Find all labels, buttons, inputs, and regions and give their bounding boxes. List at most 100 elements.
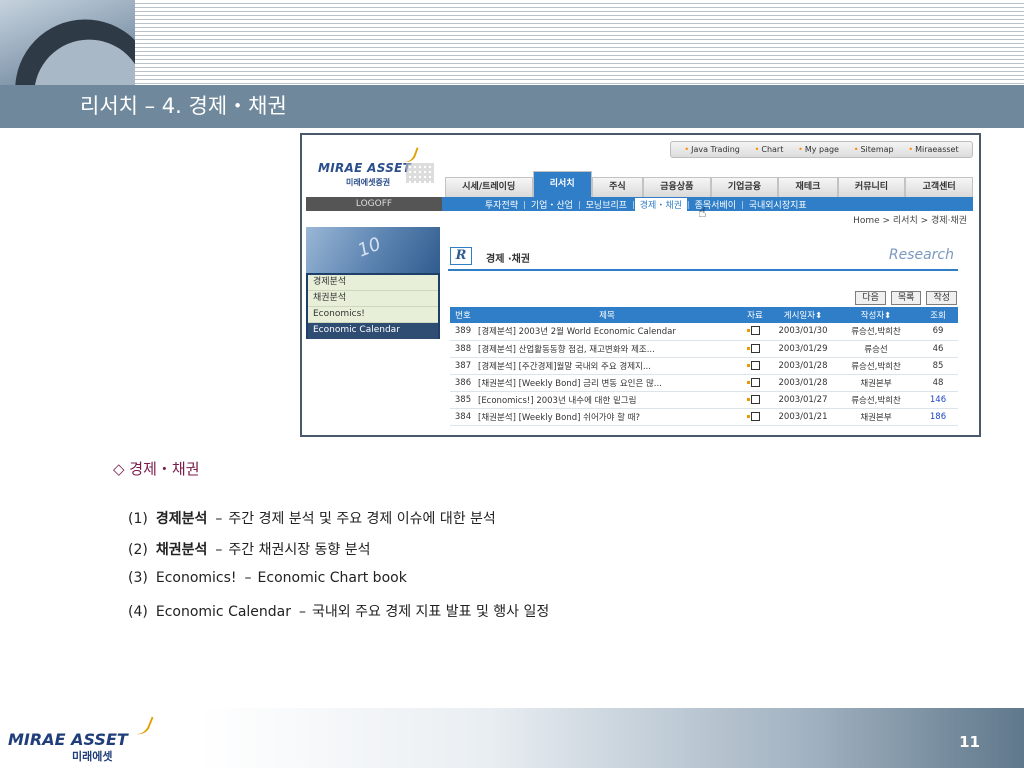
board-buttons: 다음 목록 작성 xyxy=(855,291,957,305)
table-row[interactable]: 386 [채권분석] [Weekly Bond] 금리 변동 요인은 많... 20… xyxy=(450,374,958,392)
content-title-bar: R 경제 ·채권 Research xyxy=(448,247,958,271)
research-label: Research xyxy=(888,247,954,263)
side-menu-bond-analysis[interactable]: 채권분석 xyxy=(308,291,438,307)
write-button[interactable]: 작성 xyxy=(926,291,957,305)
page-number: 11 xyxy=(959,733,980,751)
top-links-bar: • Java Trading • Chart • My page • Sitemap •… xyxy=(670,141,973,158)
row-title[interactable]: [채권분석] [Weekly Bond] 쉬어가야 할 때? xyxy=(476,408,738,426)
row-title[interactable]: [경제분석] [주간경제]월말 국내외 주요 경제지... xyxy=(476,357,738,375)
sub-nav-market-indicators[interactable]: 국내외시장지표 xyxy=(744,198,812,211)
row-views: 85 xyxy=(918,357,958,375)
top-link-miraeasset[interactable]: • Miraeasset xyxy=(908,145,958,154)
sub-nav-strategy[interactable]: 투자전략 xyxy=(480,198,523,211)
sub-nav-economy-bonds[interactable]: 경제・채권 xyxy=(634,197,687,211)
col-file: 자료 xyxy=(738,307,772,323)
top-link-sitemap[interactable]: • Sitemap xyxy=(854,145,894,154)
row-author: 류승선 xyxy=(834,340,918,358)
sub-nav-morning-brief[interactable]: 모닝브리프 xyxy=(581,198,632,211)
row-author: 채권본부 xyxy=(834,374,918,392)
main-nav-research[interactable]: 리서치 xyxy=(532,171,592,197)
row-number: 387 xyxy=(450,357,476,375)
row-author: 류승선,박희찬 xyxy=(834,391,918,409)
top-link-java-trading[interactable]: • Java Trading xyxy=(684,145,740,154)
row-views: 186 xyxy=(918,408,958,426)
bullet-item: (1) 경제분석 – 주간 경제 분석 및 주요 경제 이슈에 대한 분석 xyxy=(128,511,496,527)
top-link-my-page[interactable]: • My page xyxy=(798,145,839,154)
main-nav-financial-products[interactable]: 금융상품 xyxy=(642,177,711,197)
main-nav-quotes-trading[interactable]: 시세/트레이딩 xyxy=(445,177,533,197)
download-file-icon[interactable] xyxy=(746,411,760,421)
research-r-icon: R xyxy=(450,247,472,265)
file-icon xyxy=(738,340,772,358)
row-number: 385 xyxy=(450,391,476,409)
download-file-icon[interactable] xyxy=(746,360,760,370)
content-title: 경제 ·채권 xyxy=(486,254,531,265)
row-views: 48 xyxy=(918,374,958,392)
row-title[interactable]: [경제분석] 산업활동동향 점검, 재고변화와 제조... xyxy=(476,340,738,358)
header-stripes xyxy=(135,0,1024,85)
file-icon xyxy=(738,374,772,392)
side-menu-economic-analysis[interactable]: 경제분석 xyxy=(308,275,438,291)
main-nav: 시세/트레이딩 리서치 주식 금융상품 기업금융 재테크 커뮤니티 고객센터 xyxy=(445,171,973,197)
next-button[interactable]: 다음 xyxy=(855,291,886,305)
download-file-icon[interactable] xyxy=(746,377,760,387)
side-menu: 경제분석 채권분석 Economics! Economic Calendar xyxy=(306,273,440,339)
col-date[interactable]: 게시일자⬍ xyxy=(772,307,834,323)
col-title: 제목 xyxy=(476,307,738,323)
footer-logo-subtext: 미래에셋 xyxy=(72,750,113,763)
bullet-list: (1) 경제분석 – 주간 경제 분석 및 주요 경제 이슈에 대한 분석 (2) 채권… xyxy=(128,508,549,632)
row-number: 384 xyxy=(450,408,476,426)
row-date: 2003/01/29 xyxy=(772,340,834,358)
row-title[interactable]: [Economics!] 2003년 내수에 대한 밑그림 xyxy=(476,391,738,409)
side-menu-economic-calendar[interactable]: Economic Calendar xyxy=(308,323,438,339)
site-logo[interactable]: MIRAE ASSET 미래에셋증권 xyxy=(306,143,438,193)
slide-title: 리서치 – 4. 경제・채권 xyxy=(80,94,287,118)
col-number: 번호 xyxy=(450,307,476,323)
row-title[interactable]: [채권분석] [Weekly Bond] 금리 변동 요인은 많... xyxy=(476,374,738,392)
side-menu-economics[interactable]: Economics! xyxy=(308,307,438,323)
bullet-item: (4) Economic Calendar – 국내외 주요 경제 지표 발표 및 행… xyxy=(128,604,550,620)
sub-nav-company-industry[interactable]: 기업・산업 xyxy=(526,198,578,211)
main-nav-customer-center[interactable]: 고객센터 xyxy=(905,177,973,197)
file-icon xyxy=(738,323,772,341)
download-file-icon[interactable] xyxy=(746,326,760,336)
main-nav-community[interactable]: 커뮤니티 xyxy=(837,177,906,197)
download-file-icon[interactable] xyxy=(746,394,760,404)
logoff-button[interactable]: LOGOFF xyxy=(306,197,442,211)
table-row[interactable]: 389 [경제분석] 2003년 2월 World Economic Calend… xyxy=(450,323,958,341)
table-row[interactable]: 388 [경제분석] 산업활동동향 점검, 재고변화와 제조... 2003/01/… xyxy=(450,340,958,358)
table-row[interactable]: 387 [경제분석] [주간경제]월말 국내외 주요 경제지... 2003/01/… xyxy=(450,357,958,375)
main-nav-wealth-tech[interactable]: 재테크 xyxy=(778,177,838,197)
footer-logo: MIRAE ASSET xyxy=(8,730,128,749)
table-row[interactable]: 384 [채권분석] [Weekly Bond] 쉬어가야 할 때? 2003/01… xyxy=(450,408,958,426)
board-table: 번호 제목 자료 게시일자⬍ 작성자⬍ 조회 389 [경제분석] 2003년 2… xyxy=(450,307,958,426)
bullet-item: (3) Economics! – Economic Chart book xyxy=(128,570,407,586)
website-screenshot: MIRAE ASSET 미래에셋증권 • Java Trading • Chart … xyxy=(300,133,981,437)
row-number: 389 xyxy=(450,323,476,341)
file-icon xyxy=(738,391,772,409)
main-nav-corporate-finance[interactable]: 기업금융 xyxy=(710,177,779,197)
row-number: 388 xyxy=(450,340,476,358)
header-photo xyxy=(0,0,135,85)
row-date: 2003/01/21 xyxy=(772,408,834,426)
file-icon xyxy=(738,408,772,426)
row-number: 386 xyxy=(450,374,476,392)
hand-cursor-icon: ☝ xyxy=(698,205,707,221)
row-date: 2003/01/28 xyxy=(772,357,834,375)
row-views: 69 xyxy=(918,323,958,341)
row-title[interactable]: [경제분석] 2003년 2월 World Economic Calendar xyxy=(476,323,738,341)
row-views: 46 xyxy=(918,340,958,358)
row-date: 2003/01/28 xyxy=(772,374,834,392)
list-button[interactable]: 목록 xyxy=(890,291,922,305)
table-row[interactable]: 385 [Economics!] 2003년 내수에 대한 밑그림 2003/01/… xyxy=(450,391,958,409)
main-nav-stocks[interactable]: 주식 xyxy=(591,177,643,197)
download-file-icon[interactable] xyxy=(746,343,760,353)
col-author[interactable]: 작성자⬍ xyxy=(834,307,918,323)
top-link-chart[interactable]: • Chart xyxy=(755,145,784,154)
breadcrumb: Home > 리서치 > 경제·채권 xyxy=(853,216,967,226)
site-logo-subtext: 미래에셋증권 xyxy=(346,178,391,187)
row-author: 류승선,박희찬 xyxy=(834,323,918,341)
logo-swoosh-icon xyxy=(132,712,154,738)
table-header-row: 번호 제목 자료 게시일자⬍ 작성자⬍ 조회 xyxy=(450,307,958,323)
sub-nav: 투자전략 | 기업・산업 | 모닝브리프 | 경제・채권 | 종목서베이 | 국… xyxy=(442,197,973,211)
